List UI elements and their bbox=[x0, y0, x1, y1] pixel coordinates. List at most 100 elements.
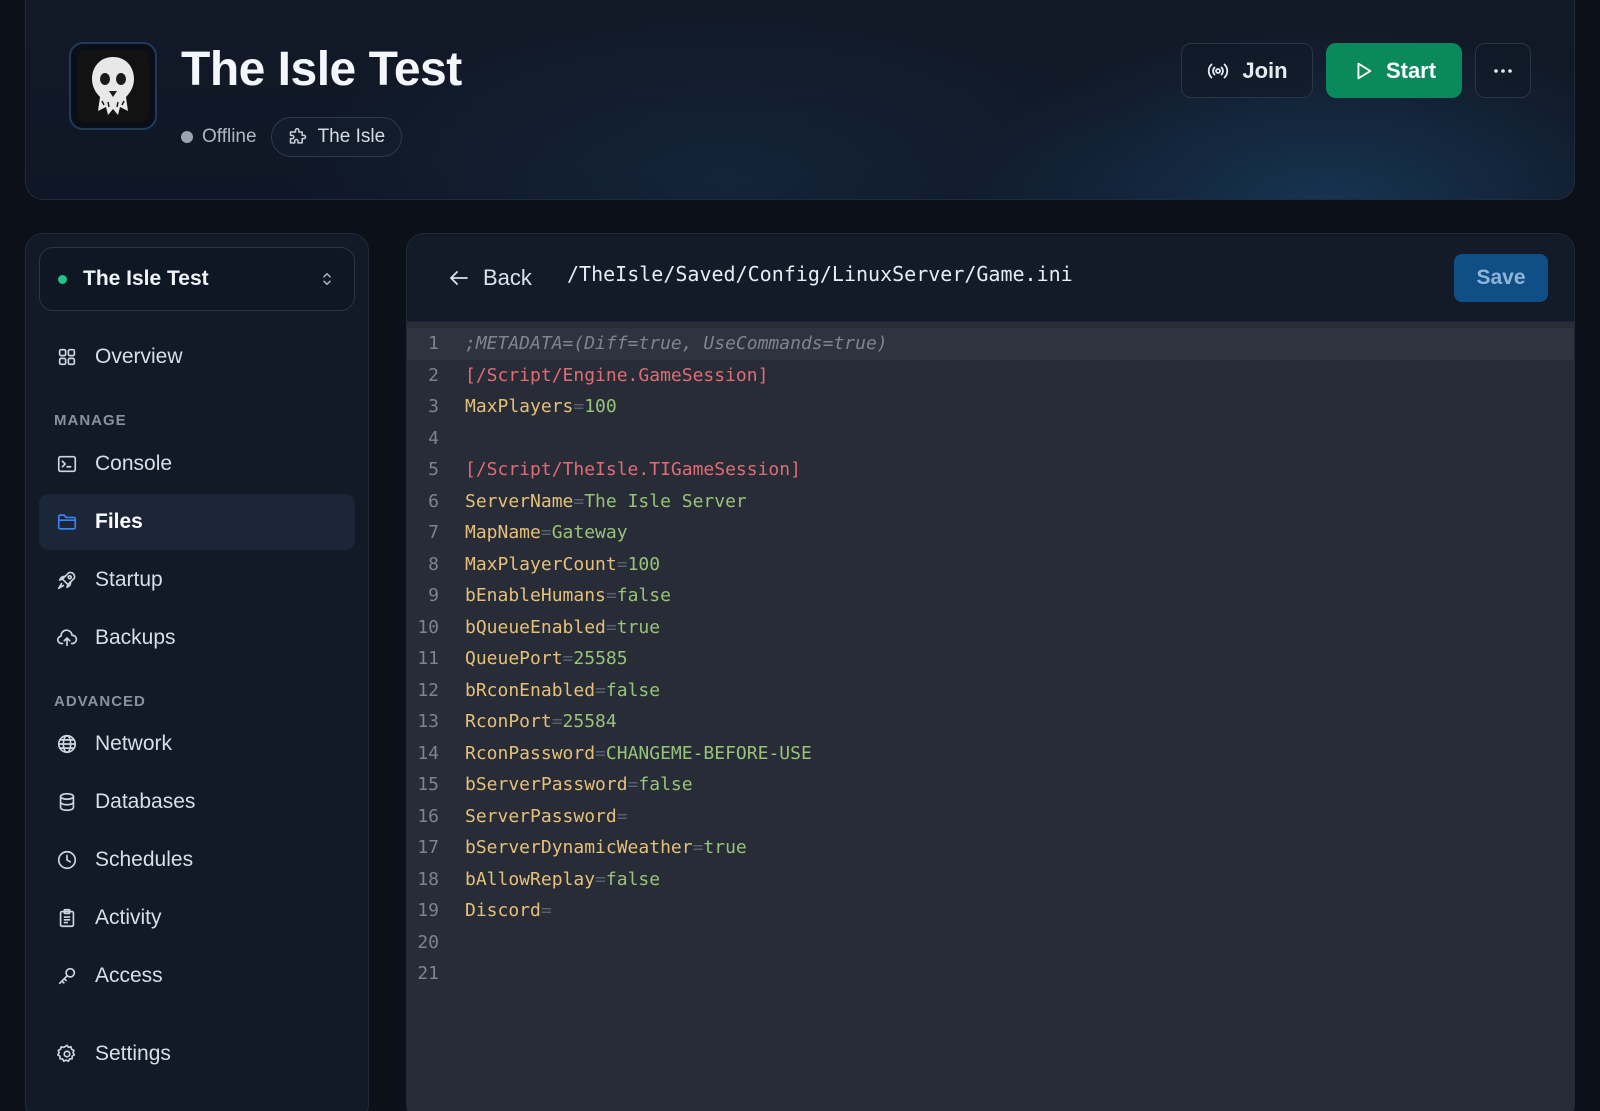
file-editor: Back /TheIsle/Saved/Config/LinuxServer/G… bbox=[406, 233, 1575, 1111]
status-label: Offline bbox=[202, 126, 257, 147]
code-line[interactable]: 4 bbox=[407, 423, 1574, 455]
code-line[interactable]: 14 RconPassword=CHANGEME-BEFORE-USE bbox=[407, 738, 1574, 770]
play-icon bbox=[1357, 62, 1372, 79]
line-content: MaxPlayerCount=100 bbox=[465, 549, 660, 581]
back-button[interactable]: Back bbox=[447, 258, 532, 298]
code-line[interactable]: 5 [/Script/TheIsle.TIGameSession] bbox=[407, 454, 1574, 486]
value-token: 100 bbox=[627, 553, 661, 575]
sidebar-item-activity[interactable]: Activity bbox=[39, 890, 355, 946]
line-number: 15 bbox=[417, 774, 439, 795]
line-content: Discord= bbox=[465, 895, 552, 927]
broadcast-icon bbox=[1208, 63, 1229, 78]
start-button[interactable]: Start bbox=[1326, 43, 1462, 98]
code-line[interactable]: 20 bbox=[407, 927, 1574, 959]
sidebar-item-label: Files bbox=[95, 510, 143, 533]
equals-token: = bbox=[540, 522, 552, 543]
code-line[interactable]: 21 bbox=[407, 958, 1574, 990]
section-token: [/Script/TheIsle.TIGameSession] bbox=[465, 459, 801, 480]
save-button[interactable]: Save bbox=[1454, 254, 1548, 302]
folder-icon bbox=[55, 510, 79, 534]
code-line[interactable]: 16 ServerPassword= bbox=[407, 801, 1574, 833]
file-path: /TheIsle/Saved/Config/LinuxServer/Game.i… bbox=[567, 262, 1073, 286]
line-number: 5 bbox=[428, 459, 439, 480]
key-token: RconPassword bbox=[465, 742, 596, 764]
sidebar-item-schedules[interactable]: Schedules bbox=[39, 832, 355, 888]
equals-token: = bbox=[605, 585, 617, 606]
line-content: [/Script/TheIsle.TIGameSession] bbox=[465, 454, 801, 486]
code-line[interactable]: 15 bServerPassword=false bbox=[407, 769, 1574, 801]
sidebar-item-settings[interactable]: Settings bbox=[39, 1026, 355, 1082]
equals-token: = bbox=[616, 553, 628, 575]
line-number: 21 bbox=[417, 963, 439, 984]
grid-icon bbox=[55, 345, 79, 369]
server-selector[interactable]: The Isle Test bbox=[39, 247, 355, 311]
join-button[interactable]: Join bbox=[1181, 43, 1313, 98]
section-label-manage: MANAGE bbox=[54, 412, 127, 429]
line-number: 20 bbox=[417, 931, 439, 953]
code-line[interactable]: 12 bRconEnabled=false bbox=[407, 675, 1574, 707]
sidebar-item-backups[interactable]: Backups bbox=[39, 610, 355, 666]
server-status-dot-icon bbox=[58, 274, 67, 284]
database-icon bbox=[55, 790, 79, 814]
line-number: 7 bbox=[428, 522, 439, 543]
line-number: 10 bbox=[417, 616, 439, 638]
code-line[interactable]: 8 MaxPlayerCount=100 bbox=[407, 549, 1574, 581]
sidebar-item-access[interactable]: Access bbox=[39, 948, 355, 1004]
globe-icon bbox=[55, 732, 79, 756]
value-token: true bbox=[703, 837, 747, 858]
sidebar-item-startup[interactable]: Startup bbox=[39, 552, 355, 608]
equals-token: = bbox=[562, 648, 574, 669]
code-line[interactable]: 9 bEnableHumans=false bbox=[407, 580, 1574, 612]
code-line[interactable]: 10 bQueueEnabled=true bbox=[407, 612, 1574, 644]
equals-token: = bbox=[551, 711, 563, 732]
status-badge: Offline bbox=[181, 126, 257, 148]
sidebar-item-network[interactable]: Network bbox=[39, 716, 355, 772]
more-options-button[interactable] bbox=[1475, 43, 1531, 98]
sidebar-item-console[interactable]: Console bbox=[39, 436, 355, 492]
line-content: MaxPlayers=100 bbox=[465, 391, 617, 423]
equals-token: = bbox=[595, 742, 606, 764]
value-token: false bbox=[616, 585, 671, 606]
equals-token: = bbox=[692, 837, 704, 858]
sidebar-item-databases[interactable]: Databases bbox=[39, 774, 355, 830]
dinosaur-skull-icon bbox=[78, 51, 148, 121]
code-line[interactable]: 1 ;METADATA=(Diff=true, UseCommands=true) bbox=[407, 328, 1574, 360]
code-line[interactable]: 7 MapName=Gateway bbox=[407, 517, 1574, 549]
editor-toolbar: Back /TheIsle/Saved/Config/LinuxServer/G… bbox=[407, 234, 1574, 322]
code-line[interactable]: 19 Discord= bbox=[407, 895, 1574, 927]
sidebar-item-label: Startup bbox=[95, 568, 163, 591]
code-line[interactable]: 11 QueuePort=25585 bbox=[407, 643, 1574, 675]
sidebar-item-overview[interactable]: Overview bbox=[39, 329, 355, 385]
line-content: bAllowReplay=false bbox=[465, 864, 660, 896]
egg-badge[interactable]: The Isle bbox=[270, 117, 403, 157]
sidebar: The Isle Test Overview MANAGE Console Fi… bbox=[25, 233, 369, 1111]
line-number: 14 bbox=[417, 742, 439, 764]
line-content: bRconEnabled=false bbox=[465, 675, 660, 707]
sidebar-item-files[interactable]: Files bbox=[39, 494, 355, 550]
value-token: false bbox=[605, 679, 661, 701]
server-meta: Offline The Isle bbox=[181, 117, 403, 157]
code-editor[interactable]: 1 ;METADATA=(Diff=true, UseCommands=true)… bbox=[407, 322, 1574, 1111]
sidebar-item-label: Console bbox=[95, 452, 173, 475]
code-line[interactable]: 2 [/Script/Engine.GameSession] bbox=[407, 360, 1574, 392]
line-content: QueuePort=25585 bbox=[465, 643, 628, 675]
key-token: bEnableHumans bbox=[465, 585, 606, 606]
line-number: 2 bbox=[428, 364, 439, 386]
code-line[interactable]: 17 bServerDynamicWeather=true bbox=[407, 832, 1574, 864]
line-content: bServerPassword=false bbox=[465, 769, 693, 801]
code-line[interactable]: 13 RconPort=25584 bbox=[407, 706, 1574, 738]
line-content: ServerPassword= bbox=[465, 801, 628, 833]
code-line[interactable]: 18 bAllowReplay=false bbox=[407, 864, 1574, 896]
equals-token: = bbox=[616, 805, 628, 827]
line-content: RconPassword=CHANGEME-BEFORE-USE bbox=[465, 738, 812, 770]
value-token: 25585 bbox=[573, 648, 628, 669]
code-line[interactable]: 3 MaxPlayers=100 bbox=[407, 391, 1574, 423]
sidebar-item-label: Activity bbox=[95, 906, 162, 929]
code-line[interactable]: 6 ServerName=The Isle Server bbox=[407, 486, 1574, 518]
server-selector-label: The Isle Test bbox=[83, 267, 209, 290]
key-token: bServerPassword bbox=[465, 774, 628, 795]
sidebar-item-label: Backups bbox=[95, 626, 176, 649]
equals-token: = bbox=[595, 679, 606, 701]
line-number: 11 bbox=[417, 648, 439, 669]
comment-token: ;METADATA=(Diff=true, UseCommands=true) bbox=[465, 333, 888, 354]
